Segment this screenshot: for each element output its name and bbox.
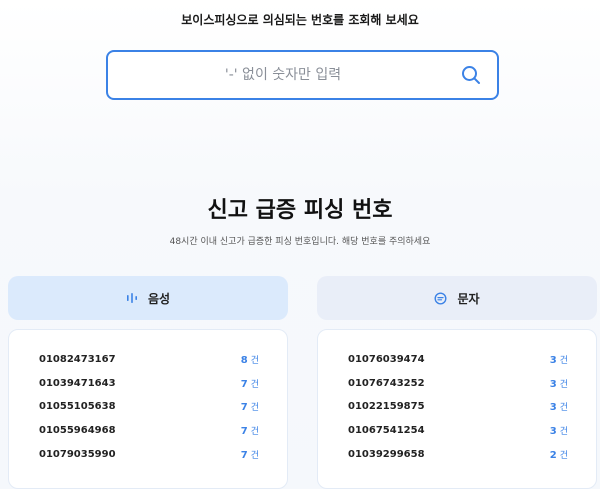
list-item[interactable]: 01079035990 7건 — [39, 442, 259, 466]
phone-number: 01082473167 — [39, 354, 116, 366]
section-subtitle: 48시간 이내 신고가 급증한 피싱 번호입니다. 해당 번호를 주의하세요 — [169, 237, 431, 247]
report-count: 7건 — [240, 378, 259, 390]
sms-number-list: 01076039474 3건 01076743252 3건 0102215987… — [317, 329, 597, 489]
phone-number: 01039299658 — [348, 448, 425, 460]
report-count: 3건 — [549, 378, 568, 390]
list-item[interactable]: 01055105638 7건 — [39, 395, 259, 419]
list-item[interactable]: 01076743252 3건 — [348, 372, 568, 396]
phone-number: 01022159875 — [348, 401, 425, 413]
search-icon — [462, 66, 480, 84]
voice-wave-icon — [126, 292, 138, 304]
list-item[interactable]: 01055964968 7건 — [39, 419, 259, 443]
report-count: 3건 — [549, 355, 568, 367]
phone-number: 01079035990 — [39, 448, 116, 460]
list-item[interactable]: 01022159875 3건 — [348, 395, 568, 419]
list-item[interactable]: 01067541254 3건 — [348, 419, 568, 443]
search-button[interactable] — [461, 65, 481, 85]
tab-sms[interactable]: 문자 — [317, 276, 597, 320]
list-item[interactable]: 01082473167 8건 — [39, 348, 259, 372]
search-box — [106, 50, 499, 100]
search-input[interactable] — [118, 52, 448, 98]
report-count: 3건 — [549, 426, 568, 438]
section-title: 신고 급증 피싱 번호 — [207, 198, 393, 223]
tab-sms-label: 문자 — [457, 291, 480, 306]
phone-number: 01039471643 — [39, 377, 116, 389]
phone-number: 01055105638 — [39, 401, 116, 413]
report-count: 7건 — [240, 449, 259, 461]
report-count: 2건 — [549, 449, 568, 461]
tab-voice-label: 음성 — [147, 291, 171, 306]
report-count: 8건 — [240, 355, 259, 367]
phone-number: 01076039474 — [348, 354, 425, 366]
report-count: 7건 — [240, 402, 259, 414]
tab-voice[interactable]: 음성 — [8, 276, 288, 320]
list-item[interactable]: 01039299658 2건 — [348, 442, 568, 466]
chat-bubble-icon — [434, 291, 447, 305]
voice-number-list: 01082473167 8건 01039471643 7건 0105510563… — [8, 329, 288, 489]
phone-number: 01076743252 — [348, 377, 425, 389]
search-prompt: 보이스피싱으로 의심되는 번호를 조회해 보세요 — [181, 13, 419, 27]
list-item[interactable]: 01076039474 3건 — [348, 348, 568, 372]
list-item[interactable]: 01039471643 7건 — [39, 372, 259, 396]
report-count: 7건 — [240, 426, 259, 438]
phone-number: 01067541254 — [348, 425, 425, 437]
report-count: 3건 — [549, 402, 568, 414]
phone-number: 01055964968 — [39, 425, 116, 437]
